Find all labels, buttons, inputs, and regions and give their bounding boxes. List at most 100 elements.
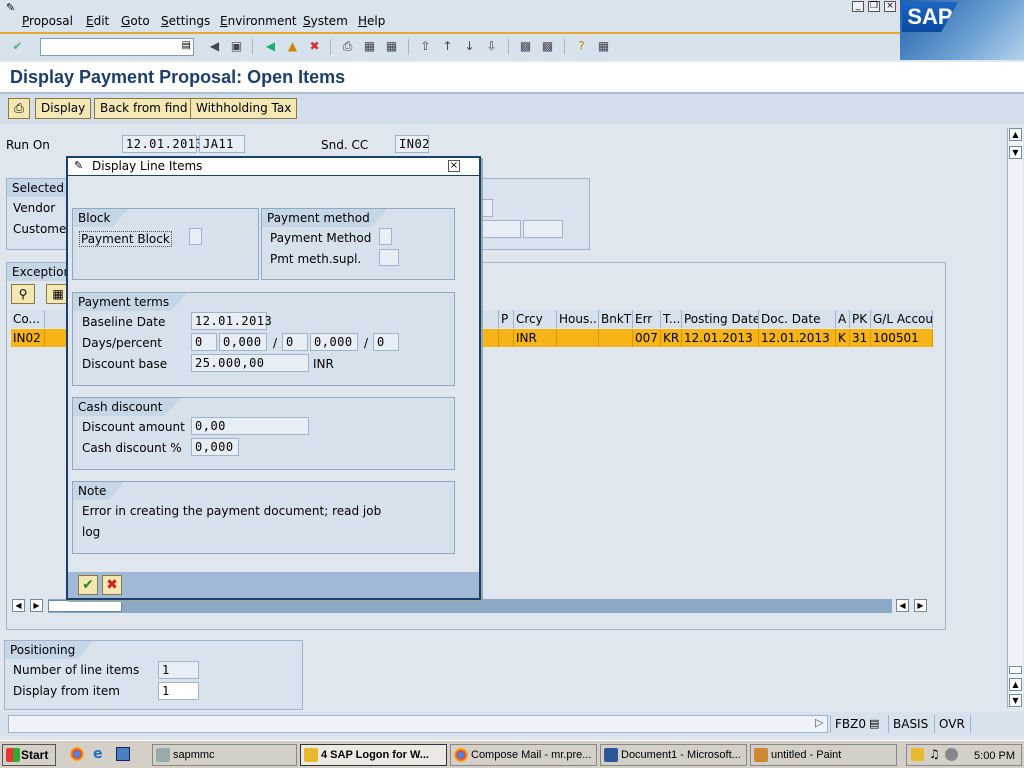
dialog-close-icon[interactable]: ×: [448, 160, 460, 172]
table-scroll-right2-icon[interactable]: ▶: [914, 599, 927, 612]
command-field-dropdown-icon[interactable]: ▤: [182, 40, 191, 51]
payment-block-field[interactable]: [189, 228, 202, 245]
scroll-thumb[interactable]: [1009, 666, 1022, 674]
pmt-meth-supl-field[interactable]: [379, 249, 399, 266]
num-line-items-field[interactable]: 1: [158, 661, 199, 679]
print-list-button[interactable]: ⎙: [8, 98, 30, 119]
col-header-gl[interactable]: G/L Accoun: [871, 310, 933, 328]
scroll-up-icon[interactable]: ▲: [1009, 128, 1022, 141]
col-header-type[interactable]: T...: [661, 310, 682, 328]
shortcut-icon[interactable]: ▩: [540, 39, 555, 54]
col-header-bnkt[interactable]: BnkT: [599, 310, 633, 328]
display-from-field[interactable]: 1: [158, 682, 199, 700]
scroll-up-page-icon[interactable]: ▲: [1009, 678, 1022, 691]
minimize-icon[interactable]: _: [852, 1, 864, 12]
create-session-icon[interactable]: ▩: [518, 39, 533, 54]
table-scroll-left2-icon[interactable]: ◀: [896, 599, 909, 612]
scroll-down-page-icon[interactable]: ▼: [1009, 146, 1022, 159]
run-on-date-field[interactable]: 12.01.2013: [122, 135, 203, 153]
taskbar-word-document[interactable]: Document1 - Microsoft...: [600, 744, 747, 766]
col-header-hous[interactable]: Hous...: [557, 310, 599, 328]
percent-1-field[interactable]: 0,000: [219, 333, 267, 351]
col-header-pk[interactable]: PK: [850, 310, 871, 328]
selected-field-3[interactable]: [523, 220, 563, 238]
vertical-scrollbar[interactable]: ▲ ▼ ▲ ▼: [1007, 128, 1023, 708]
find-icon[interactable]: ▦: [362, 39, 377, 54]
percent-2-field[interactable]: 0,000: [310, 333, 358, 351]
table-scroll-right-icon[interactable]: ▶: [30, 599, 43, 612]
cancel-button[interactable]: ✖: [102, 575, 122, 595]
days-2-field[interactable]: 0: [282, 333, 308, 351]
status-expand-icon[interactable]: ▷: [815, 716, 823, 729]
col-header-company[interactable]: Co...: [11, 310, 45, 328]
col-header-crcy[interactable]: Crcy: [514, 310, 557, 328]
window-menu-icon[interactable]: ✎: [6, 1, 15, 14]
snd-cc-field[interactable]: IN02: [395, 135, 429, 153]
cell-crcy[interactable]: INR: [514, 329, 557, 347]
menu-help[interactable]: Help: [358, 14, 385, 28]
baseline-date-field[interactable]: 12.01.2013: [191, 312, 272, 330]
menu-proposal[interactable]: Proposal: [22, 14, 73, 28]
last-page-icon[interactable]: ⇩: [484, 39, 499, 54]
cancel-icon[interactable]: ✖: [307, 39, 322, 54]
chrome-quicklaunch-icon[interactable]: [70, 747, 84, 761]
print-icon[interactable]: ⎙: [340, 39, 355, 54]
cell-a[interactable]: K: [836, 329, 850, 347]
menu-system[interactable]: System: [303, 14, 348, 28]
taskbar-sapmmc[interactable]: sapmmc: [152, 744, 297, 766]
enter-icon[interactable]: ✔: [10, 39, 25, 54]
days-1-field[interactable]: 0: [191, 333, 217, 351]
close-window-icon[interactable]: ×: [884, 1, 896, 12]
cell-posting-date[interactable]: 12.01.2013: [682, 329, 759, 347]
cell-gl[interactable]: 100501: [871, 329, 933, 347]
taskbar-sap-logon[interactable]: 4 SAP Logon for W...: [300, 744, 447, 766]
command-field[interactable]: ▤: [40, 38, 194, 56]
layout-menu-icon[interactable]: ▦: [596, 39, 611, 54]
menu-environment[interactable]: Environment: [220, 14, 297, 28]
cell-err[interactable]: 007: [633, 329, 661, 347]
status-session-icon[interactable]: ▤: [869, 717, 879, 730]
continue-button[interactable]: ✔: [78, 575, 98, 595]
next-page-icon[interactable]: ↓: [462, 39, 477, 54]
back-from-find-button[interactable]: Back from find: [94, 98, 194, 119]
days-3-field[interactable]: 0: [373, 333, 399, 351]
col-header-a[interactable]: A: [836, 310, 850, 328]
help-icon[interactable]: ?: [574, 39, 589, 54]
sap-tray-icon[interactable]: [911, 748, 924, 761]
cell-company[interactable]: IN02: [11, 329, 45, 347]
menu-goto[interactable]: Goto: [121, 14, 150, 28]
run-on-id-field[interactable]: JA11: [199, 135, 245, 153]
payment-method-field[interactable]: [379, 228, 392, 245]
restore-icon[interactable]: ❐: [868, 1, 880, 12]
cell-pk[interactable]: 31: [850, 329, 871, 347]
find-next-icon[interactable]: ▦: [384, 39, 399, 54]
menu-settings[interactable]: Settings: [161, 14, 210, 28]
ie-quicklaunch-icon[interactable]: e: [93, 746, 103, 762]
first-page-icon[interactable]: ⇧: [418, 39, 433, 54]
dialog-menu-icon[interactable]: ✎: [74, 159, 83, 172]
messenger-icon[interactable]: [945, 748, 958, 761]
selected-field-2[interactable]: [479, 220, 521, 238]
taskbar-paint[interactable]: untitled - Paint: [750, 744, 897, 766]
cell-type[interactable]: KR: [661, 329, 682, 347]
cell-doc-date[interactable]: 12.01.2013: [759, 329, 836, 347]
back-icon[interactable]: ◀: [263, 39, 278, 54]
col-header-p[interactable]: P: [499, 310, 514, 328]
start-button[interactable]: Start: [2, 744, 56, 766]
volume-icon[interactable]: ♫: [929, 747, 940, 761]
display-button[interactable]: Display: [35, 98, 92, 119]
taskbar-compose-mail[interactable]: Compose Mail - mr.pre...: [450, 744, 597, 766]
table-details-button[interactable]: ⚲: [11, 284, 35, 304]
discount-amount-field[interactable]: 0,00: [191, 417, 309, 435]
cash-discount-pct-field[interactable]: 0,000: [191, 438, 239, 456]
desktop-quicklaunch-icon[interactable]: [116, 747, 130, 761]
table-horizontal-scrollbar[interactable]: [48, 599, 892, 613]
previous-page-icon[interactable]: ↑: [440, 39, 455, 54]
table-scroll-left-icon[interactable]: ◀: [12, 599, 25, 612]
selected-field-1[interactable]: [479, 199, 493, 217]
cell-p[interactable]: [499, 329, 514, 347]
menu-edit[interactable]: Edit: [86, 14, 109, 28]
cell-bnkt[interactable]: [599, 329, 633, 347]
exit-icon[interactable]: ▲: [285, 39, 300, 54]
table-scroll-thumb[interactable]: [48, 600, 122, 612]
